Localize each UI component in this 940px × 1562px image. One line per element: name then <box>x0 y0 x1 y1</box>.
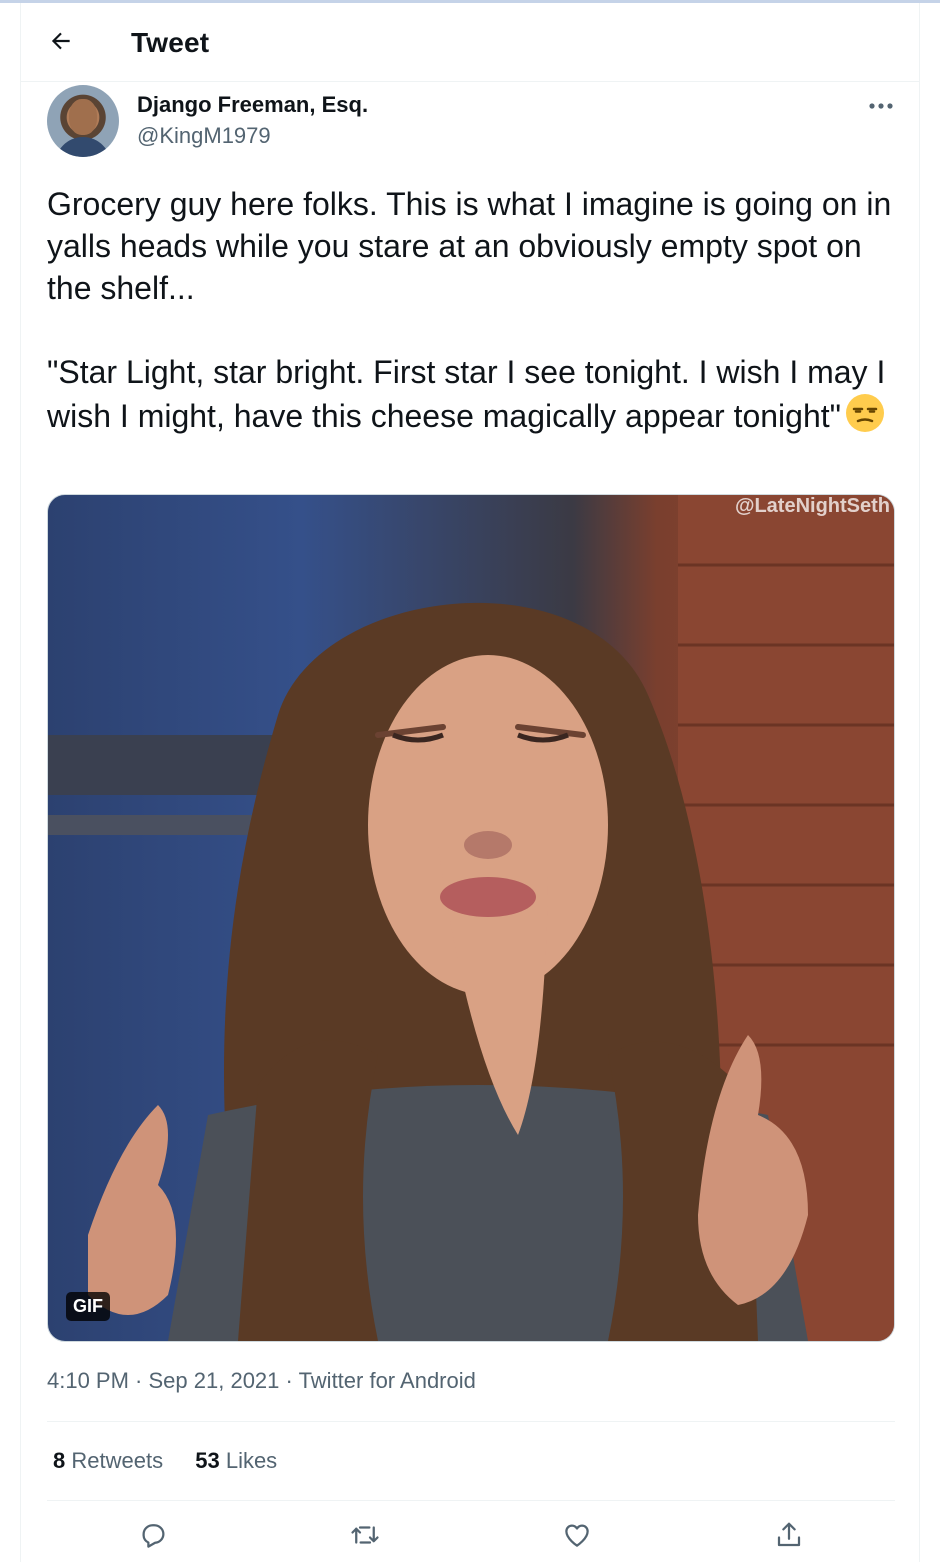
retweets-stat[interactable]: 8 Retweets <box>53 1448 163 1474</box>
like-button[interactable] <box>557 1517 597 1557</box>
avatar-face <box>69 99 97 135</box>
tweet-date[interactable]: Sep 21, 2021 <box>149 1368 280 1393</box>
back-button[interactable] <box>43 25 79 61</box>
likes-stat[interactable]: 53 Likes <box>195 1448 277 1474</box>
tweet-header: Tweet <box>21 3 919 82</box>
meta-separator: · <box>279 1368 299 1393</box>
page-title: Tweet <box>131 27 210 58</box>
retweets-count: 8 <box>53 1448 66 1473</box>
author-name[interactable]: Django Freeman, Esq. <box>137 92 368 118</box>
likes-label: Likes <box>225 1448 278 1473</box>
back-arrow-icon <box>48 28 74 59</box>
likes-count: 53 <box>195 1448 220 1473</box>
reply-button[interactable] <box>133 1517 173 1557</box>
meta-separator: · <box>128 1368 149 1393</box>
avatar-shirt <box>55 137 111 157</box>
gif-badge: GIF <box>66 1292 110 1321</box>
avatar[interactable] <box>47 85 119 157</box>
tweet-gif[interactable]: @LateNightSeth GIF <box>47 494 895 1342</box>
divider <box>47 1421 895 1422</box>
more-dots-icon <box>868 97 894 115</box>
tweet-time[interactable]: 4:10 PM <box>47 1368 129 1393</box>
tweet-metadata: 4:10 PM · Sep 21, 2021 · Twitter for And… <box>47 1368 476 1394</box>
tweet-stats: 8 Retweets 53 Likes <box>53 1448 303 1474</box>
tweet-body: Grocery guy here folks. This is what I i… <box>47 183 897 437</box>
tweet-text: Grocery guy here folks. This is what I i… <box>47 186 892 434</box>
share-icon <box>774 1520 804 1555</box>
gif-frame-illustration <box>48 495 894 1341</box>
like-icon <box>562 1520 592 1555</box>
tweet-column: Tweet Django Freeman, Esq. @KingM1979 Gr… <box>20 3 920 1562</box>
retweet-button[interactable] <box>345 1517 385 1557</box>
author-handle[interactable]: @KingM1979 <box>137 123 271 149</box>
gif-watermark: @LateNightSeth <box>734 495 890 517</box>
retweets-label: Retweets <box>71 1448 164 1473</box>
tweet-source[interactable]: Twitter for Android <box>299 1368 476 1393</box>
retweet-icon <box>349 1520 381 1555</box>
share-button[interactable] <box>769 1517 809 1557</box>
unamused-face-icon <box>845 393 885 433</box>
divider <box>47 1500 895 1501</box>
reply-icon <box>138 1520 168 1555</box>
more-options-button[interactable] <box>861 91 901 121</box>
